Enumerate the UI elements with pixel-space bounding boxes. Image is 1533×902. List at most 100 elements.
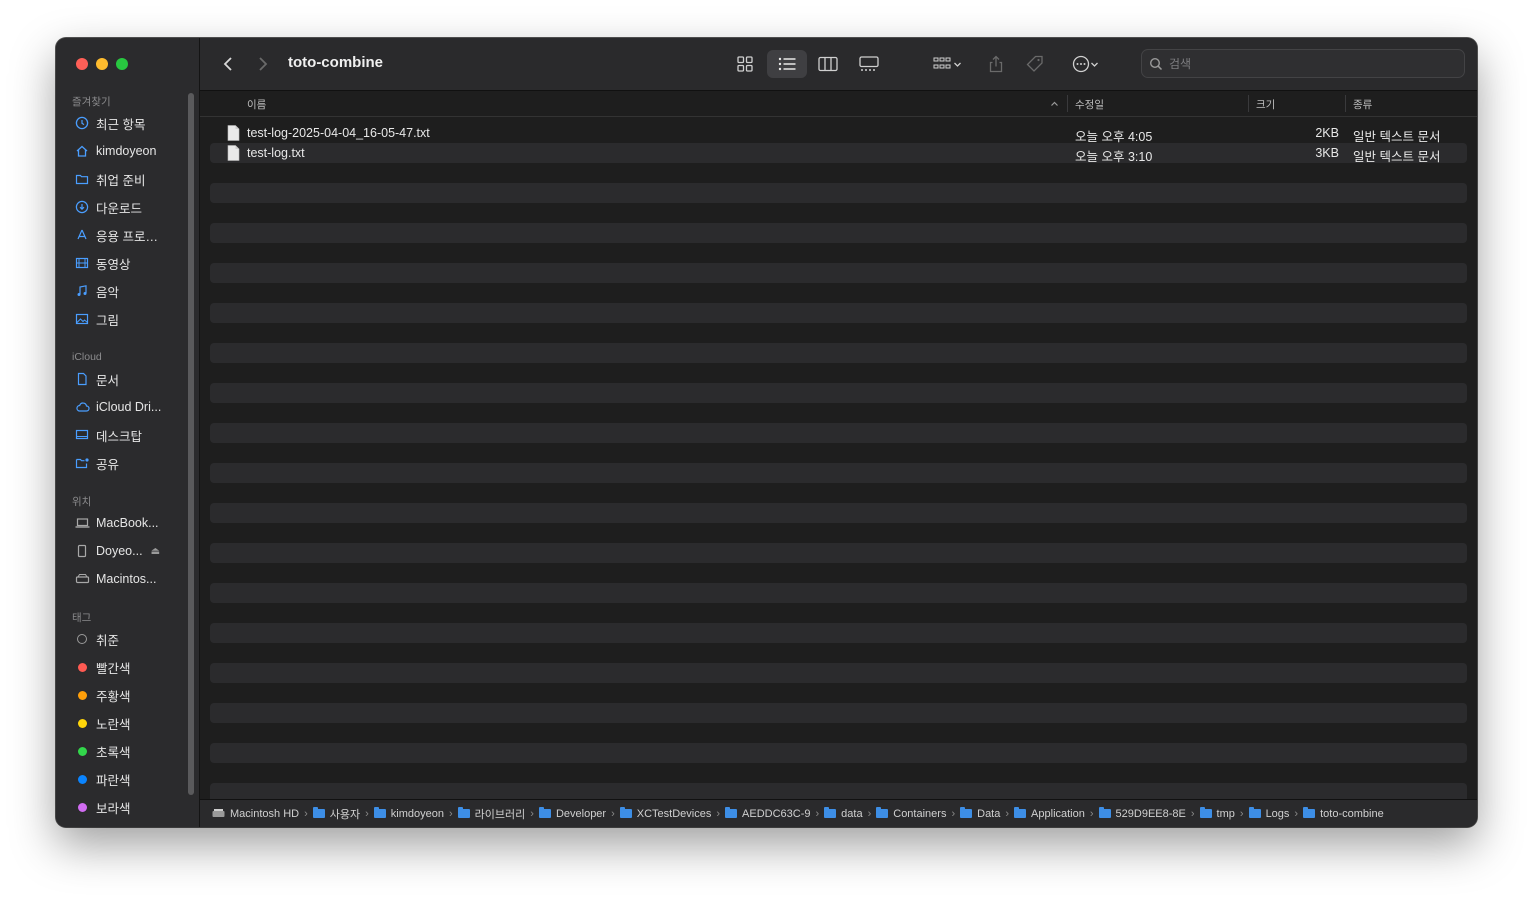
sidebar-scrollbar[interactable]	[188, 93, 194, 795]
file-row[interactable]: test-log.txt 오늘 오후 3:10 3KB 일반 텍스트 문서	[210, 143, 1467, 164]
sidebar-item-label: 문서	[96, 373, 120, 388]
path-crumb[interactable]: Logs	[1248, 807, 1289, 820]
sort-ascending-icon[interactable]	[1050, 100, 1059, 107]
zoom-window-button[interactable]	[116, 58, 128, 70]
gallery-view-button[interactable]	[854, 50, 884, 78]
path-crumb-label: AEDDC63C-9	[742, 807, 811, 820]
path-separator-icon: ›	[1294, 807, 1299, 820]
sidebar-item-desktop[interactable]: 데스크탑	[74, 424, 192, 446]
file-row[interactable]: test-log-2025-04-04_16-05-47.txt 오늘 오후 4…	[210, 123, 1467, 144]
forward-button[interactable]	[252, 52, 274, 76]
path-crumb[interactable]: kimdoyeon	[373, 807, 444, 820]
sidebar-item-downloads[interactable]: 다운로드	[74, 196, 192, 218]
sidebar-item-movies[interactable]: 동영상	[74, 252, 192, 274]
sidebar-tag-red[interactable]: 빨간색	[74, 656, 192, 678]
chevron-down-icon	[953, 62, 961, 67]
sidebar-item-label: 그림	[96, 313, 120, 328]
sidebar-item-external-drive[interactable]: Doyeo... ⏏	[74, 540, 192, 562]
share-icon	[989, 55, 1003, 73]
sidebar-tag-green[interactable]: 초록색	[74, 740, 192, 762]
column-view-button[interactable]	[813, 50, 843, 78]
search-field[interactable]	[1141, 49, 1465, 78]
document-icon	[74, 371, 90, 387]
sidebar-item-music[interactable]: 음악	[74, 280, 192, 302]
path-crumb[interactable]: Developer	[538, 807, 607, 820]
sidebar-tag-blue[interactable]: 파란색	[74, 768, 192, 790]
path-crumb[interactable]: Macintosh HD	[212, 808, 299, 820]
path-crumb[interactable]: Data	[960, 807, 1000, 820]
apps-icon	[74, 227, 90, 243]
close-window-button[interactable]	[76, 58, 88, 70]
sidebar-tag-orange[interactable]: 주황색	[74, 684, 192, 706]
path-bar: Macintosh HD › 사용자 › kimdoyeon › 라이브러리 ›…	[200, 799, 1477, 827]
path-separator-icon: ›	[449, 807, 453, 820]
folder-icon	[538, 807, 551, 818]
sidebar-item-label: 다운로드	[96, 201, 143, 216]
path-crumb[interactable]: Containers	[876, 807, 946, 820]
sidebar-item-label: 빨간색	[96, 661, 131, 676]
sidebar-item-shared[interactable]: 공유	[74, 452, 192, 474]
sidebar-item-pictures[interactable]: 그림	[74, 308, 192, 330]
path-crumb-label: Macintosh HD	[230, 807, 300, 820]
path-crumb-label: kimdoyeon	[390, 807, 444, 820]
path-crumb-label: Developer	[555, 807, 607, 820]
path-separator-icon: ›	[1089, 807, 1094, 820]
file-kind: 일반 텍스트 문서	[1353, 150, 1441, 164]
empty-row	[210, 303, 1467, 323]
path-crumb[interactable]: toto-combine	[1303, 807, 1384, 820]
path-separator-icon: ›	[867, 807, 872, 820]
column-header-name[interactable]: 이름	[247, 97, 266, 112]
column-header-modified[interactable]: 수정일	[1075, 97, 1104, 112]
hard-drive-icon	[212, 809, 225, 817]
search-input[interactable]	[1167, 55, 1451, 72]
path-crumb[interactable]: 라이브러리	[457, 806, 525, 822]
empty-row	[210, 383, 1467, 403]
back-button[interactable]	[217, 52, 239, 76]
sidebar-item-home[interactable]: kimdoyeon	[74, 140, 192, 162]
path-crumb-label: data	[841, 807, 863, 820]
column-divider[interactable]	[1067, 95, 1068, 112]
sidebar-item-icloud-drive[interactable]: iCloud Dri...	[74, 396, 192, 418]
minimize-window-button[interactable]	[96, 58, 108, 70]
empty-row	[210, 223, 1467, 243]
sidebar-item-job-prep[interactable]: 취업 준비	[74, 168, 192, 190]
column-header-kind[interactable]: 종류	[1353, 97, 1372, 112]
path-crumb[interactable]: AEDDC63C-9	[725, 807, 811, 820]
sidebar-item-label: 노란색	[96, 717, 131, 732]
sidebar-item-macintosh-hd[interactable]: Macintos...	[74, 568, 192, 590]
sidebar-item-documents[interactable]: 문서	[74, 368, 192, 390]
eject-icon[interactable]: ⏏	[151, 546, 160, 557]
path-crumb[interactable]: XCTestDevices	[619, 807, 711, 820]
sidebar-item-recents[interactable]: 최근 항목	[74, 112, 192, 134]
path-crumb[interactable]: Application	[1014, 807, 1085, 820]
path-separator-icon: ›	[716, 807, 721, 820]
path-separator-icon: ›	[1239, 807, 1244, 820]
path-crumb[interactable]: 529D9EE8-8E	[1098, 807, 1186, 820]
path-crumb[interactable]: tmp	[1199, 807, 1235, 820]
sidebar-tag-jobprep[interactable]: 취준	[74, 628, 192, 650]
path-crumb-label: 사용자	[329, 808, 361, 821]
tag-button[interactable]	[1022, 50, 1048, 78]
icon-view-button[interactable]	[730, 50, 760, 78]
column-divider[interactable]	[1345, 95, 1346, 112]
path-separator-icon: ›	[530, 807, 534, 820]
path-separator-icon: ›	[951, 807, 956, 820]
path-crumb[interactable]: data	[824, 807, 863, 820]
sidebar-item-label: 보라색	[96, 801, 131, 816]
empty-row	[210, 463, 1467, 483]
path-crumb-label: toto-combine	[1320, 807, 1384, 820]
group-by-button[interactable]	[926, 50, 968, 78]
share-button[interactable]	[984, 50, 1008, 78]
more-actions-button[interactable]	[1064, 50, 1106, 78]
column-divider[interactable]	[1248, 95, 1249, 112]
sidebar-item-label: 주황색	[96, 689, 131, 704]
folder-icon	[1199, 807, 1212, 818]
folder-icon	[373, 807, 386, 818]
sidebar-item-applications[interactable]: 응용 프로…	[74, 224, 192, 246]
sidebar-tag-purple[interactable]: 보라색	[74, 796, 192, 818]
sidebar-tag-yellow[interactable]: 노란색	[74, 712, 192, 734]
path-crumb[interactable]: 사용자	[312, 806, 361, 822]
sidebar-item-macbook[interactable]: MacBook...	[74, 512, 192, 534]
list-view-button[interactable]	[767, 50, 807, 78]
column-header-size[interactable]: 크기	[1256, 97, 1275, 112]
